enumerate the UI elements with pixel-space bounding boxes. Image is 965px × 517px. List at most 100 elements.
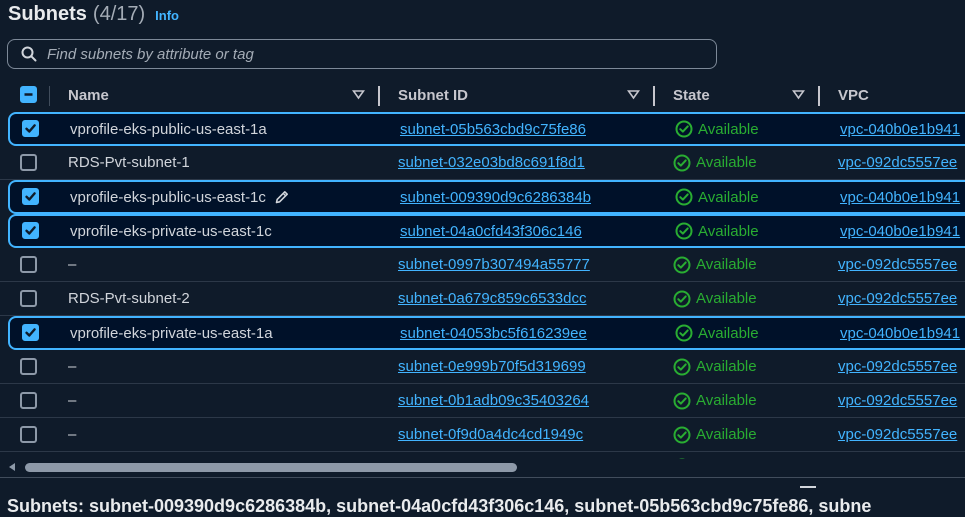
vpc-link[interactable]: vpc-092dc5557ee <box>838 146 957 179</box>
column-header-subnet-id[interactable]: Subnet ID <box>398 78 468 112</box>
sort-down-icon[interactable] <box>352 88 365 101</box>
subnet-state: Available <box>696 290 757 307</box>
status-available-icon <box>675 324 693 342</box>
table-row[interactable]: vprofile-eks-private-us-east-1c subnet-04… <box>8 214 965 248</box>
subnet-name: – <box>68 358 77 375</box>
column-header-state[interactable]: State <box>673 78 710 112</box>
page-title: Subnets <box>8 3 87 25</box>
table-row[interactable]: RDS-Pvt-subnet-1 subnet-032e03bd8c691f8d1… <box>0 146 965 180</box>
subnet-name-cell: vprofile-eks-private-us-east-1c <box>70 216 272 246</box>
column-resizer[interactable] <box>653 86 655 106</box>
subnet-state-cell: Available <box>675 216 759 246</box>
table-row[interactable]: – subnet-0b1adb09c35403264 Available vpc-09… <box>0 384 965 418</box>
column-resizer[interactable] <box>378 86 380 106</box>
row-checkbox[interactable] <box>20 154 37 171</box>
subnet-id-link[interactable]: subnet-0f9d0a4dc4cd1949c <box>398 418 583 451</box>
subnet-state: Available <box>698 120 759 138</box>
subnet-id-link[interactable]: subnet-032e03bd8c691f8d1 <box>398 146 585 179</box>
table-row[interactable]: RDS-Pvt-subnet-2 subnet-0a679c859c6533dcc… <box>0 282 965 316</box>
status-available-icon <box>673 256 691 273</box>
vpc-link[interactable]: vpc-040b0e1b941 <box>840 182 960 212</box>
subnet-state-cell: Available <box>675 114 759 144</box>
subnet-name: RDS-Pvt-subnet-2 <box>68 290 190 307</box>
vpc-link[interactable]: vpc-092dc5557ee <box>838 350 957 383</box>
table-row[interactable]: – subnet-0e999b70f5d319699 Available vpc-09… <box>0 350 965 384</box>
column-header-vpc[interactable]: VPC <box>838 78 869 112</box>
sort-down-icon[interactable] <box>627 88 640 101</box>
status-available-icon <box>673 358 691 375</box>
subnet-name: vprofile-eks-private-us-east-1c <box>70 222 272 240</box>
row-checkbox[interactable] <box>20 392 37 409</box>
select-all-checkbox[interactable] <box>20 86 37 103</box>
subnet-name: – <box>68 392 77 409</box>
subnet-name-cell: vprofile-eks-public-us-east-1c <box>70 182 290 212</box>
horizontal-scrollbar[interactable] <box>0 459 965 476</box>
vpc-link[interactable]: vpc-040b0e1b941 <box>840 216 960 246</box>
selection-count: (4/17) <box>92 3 146 25</box>
table-header: Name Subnet ID State VPC <box>0 78 965 112</box>
subnet-id-link[interactable]: subnet-0a679c859c6533dcc <box>398 282 586 315</box>
search-input[interactable] <box>45 44 689 64</box>
sort-down-icon[interactable] <box>792 88 805 101</box>
info-link[interactable]: Info <box>155 8 179 23</box>
column-resizer[interactable] <box>818 86 820 106</box>
status-available-icon <box>675 222 693 240</box>
subnet-id-link[interactable]: subnet-009390d9c6286384b <box>400 182 591 212</box>
subnet-name: – <box>68 256 77 273</box>
status-available-icon <box>673 154 691 171</box>
subnet-name: – <box>68 426 77 443</box>
row-checkbox[interactable] <box>20 358 37 375</box>
checkmark-icon <box>25 192 36 201</box>
column-header-name[interactable]: Name <box>68 78 109 112</box>
subnet-name: vprofile-eks-public-us-east-1c <box>70 188 266 206</box>
row-checkbox[interactable] <box>22 188 39 205</box>
status-available-icon <box>673 290 691 307</box>
panel-divider[interactable] <box>0 477 965 478</box>
vpc-link[interactable]: vpc-040b0e1b941 <box>840 114 960 144</box>
scroll-thumb[interactable] <box>25 463 517 472</box>
subnet-name: vprofile-eks-private-us-east-1a <box>70 324 273 342</box>
row-checkbox[interactable] <box>20 426 37 443</box>
column-divider <box>49 86 50 106</box>
subnet-state-cell: Available <box>673 146 757 179</box>
vpc-link[interactable]: vpc-092dc5557ee <box>838 384 957 417</box>
subnet-name: vprofile-eks-public-us-east-1a <box>70 120 267 138</box>
table-row[interactable]: vprofile-eks-private-us-east-1a subnet-04… <box>8 316 965 350</box>
row-checkbox[interactable] <box>20 290 37 307</box>
table-row[interactable]: vprofile-eks-public-us-east-1a subnet-05b… <box>8 112 965 146</box>
subnet-name-cell: vprofile-eks-public-us-east-1a <box>70 114 267 144</box>
vpc-link[interactable]: vpc-092dc5557ee <box>838 248 957 281</box>
row-checkbox[interactable] <box>22 120 39 137</box>
subnet-id-link[interactable]: subnet-04a0cfd43f306c146 <box>400 216 582 246</box>
subnet-name-cell: vprofile-eks-private-us-east-1a <box>70 318 273 348</box>
subnet-id-link[interactable]: subnet-0b1adb09c35403264 <box>398 384 589 417</box>
scroll-left-arrow-icon[interactable] <box>9 463 15 471</box>
table-row[interactable]: vprofile-eks-public-us-east-1c subnet-009… <box>8 180 965 214</box>
row-checkbox[interactable] <box>20 256 37 273</box>
subnet-name-cell: – <box>68 418 76 451</box>
search-bar[interactable] <box>7 39 717 69</box>
row-checkbox[interactable] <box>22 222 39 239</box>
subnet-state: Available <box>698 188 759 206</box>
vpc-link[interactable]: vpc-092dc5557ee <box>838 282 957 315</box>
subnet-state-cell: Available <box>673 350 757 383</box>
vpc-link[interactable]: vpc-040b0e1b941 <box>840 318 960 348</box>
resize-handle[interactable] <box>800 486 816 488</box>
subnet-state: Available <box>696 358 757 375</box>
search-icon <box>21 46 37 62</box>
subnet-id-link[interactable]: subnet-0997b307494a55777 <box>398 248 590 281</box>
row-checkbox[interactable] <box>22 324 39 341</box>
vpc-link[interactable]: vpc-092dc5557ee <box>838 418 957 451</box>
table-row[interactable]: – subnet-0997b307494a55777 Available vpc-09… <box>0 248 965 282</box>
subnet-name-cell: RDS-Pvt-subnet-2 <box>68 282 190 315</box>
page-header: Subnets (4/17) Info <box>8 3 179 29</box>
edit-pencil-icon[interactable] <box>274 189 290 205</box>
subnet-id-link[interactable]: subnet-0e999b70f5d319699 <box>398 350 586 383</box>
subnet-state-cell: Available <box>675 182 759 212</box>
subnet-state: Available <box>696 154 757 171</box>
subnet-state: Available <box>698 324 759 342</box>
subnet-id-link[interactable]: subnet-05b563cbd9c75fe86 <box>400 114 586 144</box>
subnet-name-cell: – <box>68 384 76 417</box>
subnet-id-link[interactable]: subnet-04053bc5f616239ee <box>400 318 587 348</box>
table-row[interactable]: – subnet-0f9d0a4dc4cd1949c Available vpc-09… <box>0 418 965 452</box>
